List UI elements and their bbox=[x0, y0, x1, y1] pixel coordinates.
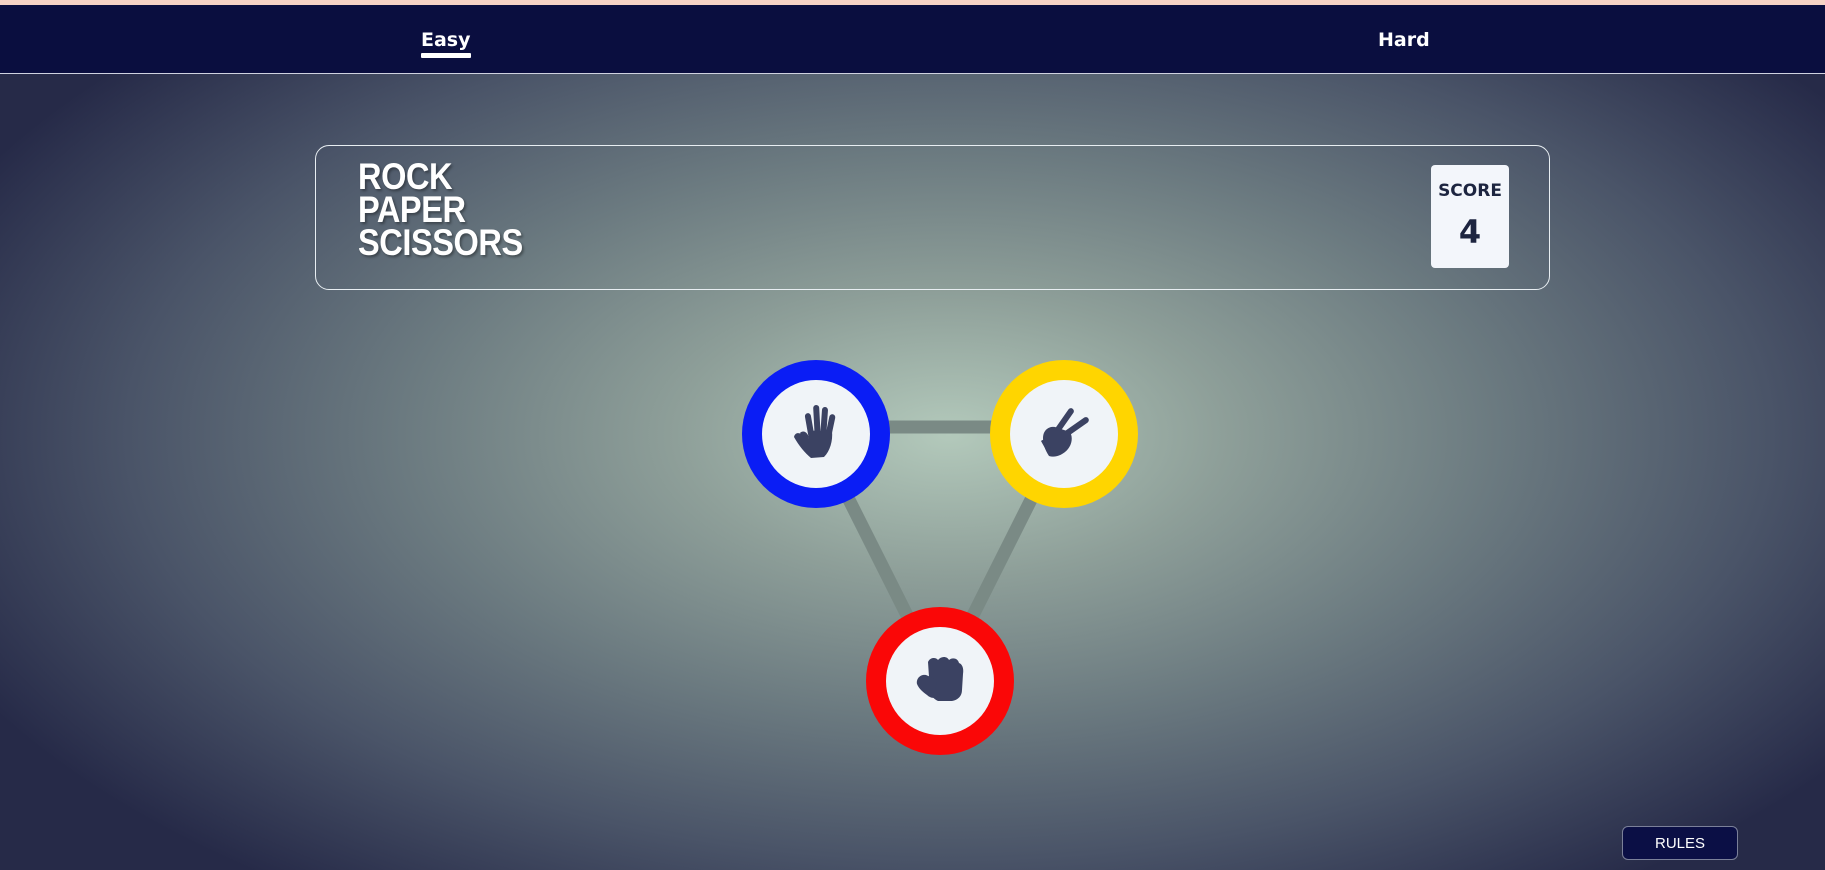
paper-token-face bbox=[762, 380, 870, 488]
scissors-choice-button[interactable] bbox=[990, 360, 1138, 508]
rock-fist-icon bbox=[914, 654, 966, 708]
scissors-hand-icon bbox=[1037, 404, 1091, 464]
rules-button[interactable]: RULES bbox=[1622, 826, 1738, 860]
rock-choice-button[interactable] bbox=[866, 607, 1014, 755]
rules-button-label: RULES bbox=[1654, 834, 1706, 852]
scissors-token-face bbox=[1010, 380, 1118, 488]
paper-hand-icon bbox=[790, 401, 842, 467]
rock-token-face bbox=[886, 627, 994, 735]
paper-choice-button[interactable] bbox=[742, 360, 890, 508]
